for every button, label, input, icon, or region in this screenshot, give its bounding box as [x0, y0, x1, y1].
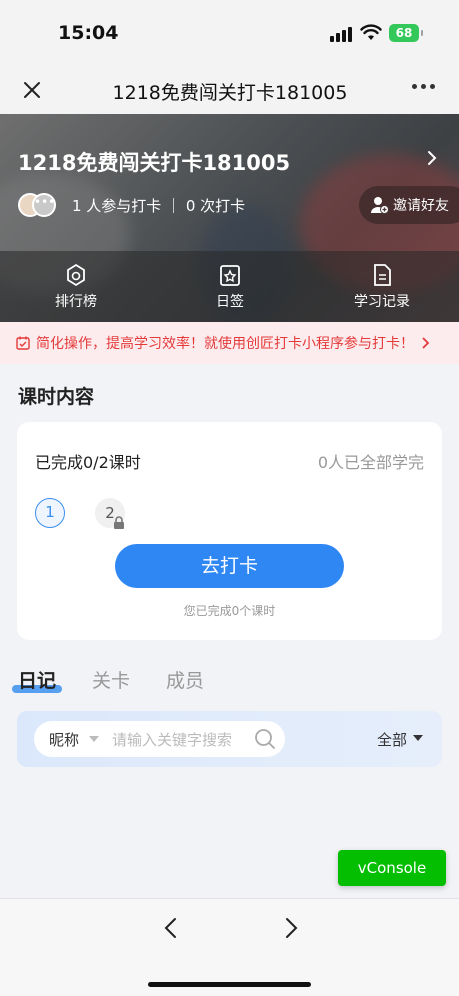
back-icon[interactable] — [162, 916, 180, 940]
navigation-bar: 1218免费闯关打卡181005 — [0, 66, 459, 114]
invite-label: 邀请好友 — [393, 198, 449, 214]
status-time: 15:04 — [58, 22, 119, 44]
forward-icon[interactable] — [282, 916, 300, 940]
search-box[interactable]: 昵称 请输入关键字搜索 — [34, 721, 285, 757]
checkin-stats: 1 人参与打卡 ｜ 0 次打卡 — [72, 197, 246, 215]
tab-levels[interactable]: 关卡 — [92, 666, 130, 693]
more-avatars-icon: ••• — [32, 193, 56, 217]
section-title: 课时内容 — [18, 386, 95, 408]
lock-icon — [114, 516, 124, 529]
search-input[interactable]: 请输入关键字搜索 — [112, 729, 232, 750]
wifi-icon — [360, 24, 382, 40]
notice-text: 简化操作，提高学习效率！就使用创匠打卡小程序参与打卡！ — [36, 336, 414, 352]
study-record-icon — [374, 264, 391, 286]
tab-diary[interactable]: 日记 — [18, 666, 56, 693]
dropdown-icon — [89, 736, 99, 742]
tab-members[interactable]: 成员 — [166, 666, 204, 693]
chevron-right-icon — [422, 337, 430, 349]
add-user-icon — [371, 197, 389, 214]
close-icon[interactable] — [20, 78, 44, 102]
invite-friends-button[interactable]: 邀请好友 — [359, 186, 459, 224]
completion-status: 已完成0/2课时 — [35, 453, 141, 472]
checkin-button[interactable]: 去打卡 — [115, 544, 344, 588]
battery-icon: 68 — [389, 24, 423, 42]
hero-title: 1218免费闯关打卡181005 — [18, 151, 291, 175]
page-title: 1218免费闯关打卡181005 — [112, 82, 348, 104]
status-bar: 15:04 68 — [0, 0, 459, 66]
lesson-card: 已完成0/2课时 0人已全部学完 1 2 去打卡 您已完成0个课时 — [17, 422, 442, 640]
all-finished-count: 0人已全部学完 — [317, 453, 424, 472]
search-panel: 昵称 请输入关键字搜索 全部 — [17, 711, 442, 767]
daily-sign-label: 日签 — [216, 294, 244, 310]
more-icon[interactable] — [412, 84, 435, 89]
completion-hint: 您已完成0个课时 — [183, 604, 276, 618]
dropdown-icon — [413, 735, 423, 741]
promo-notice[interactable]: 简化操作，提高学习效率！就使用创匠打卡小程序参与打卡！ — [0, 322, 459, 364]
calendar-icon — [16, 336, 30, 350]
daily-sign-icon — [220, 265, 240, 286]
study-record-label: 学习记录 — [354, 294, 410, 310]
signal-icon — [330, 27, 352, 42]
home-indicator — [148, 982, 311, 987]
search-icon[interactable] — [254, 728, 276, 750]
hero-banner: 1218免费闯关打卡181005 ••• 1 人参与打卡 ｜ 0 次打卡 邀请好… — [0, 114, 459, 322]
scope-filter[interactable]: 全部 — [377, 729, 407, 750]
nickname-filter[interactable]: 昵称 — [49, 729, 79, 750]
chevron-right-icon[interactable] — [424, 150, 440, 166]
ranking-icon — [67, 263, 85, 287]
lesson-item-1[interactable]: 1 — [35, 498, 65, 528]
tab-bar: 日记 关卡 成员 — [12, 666, 318, 696]
bottom-toolbar — [0, 898, 459, 996]
hero-action-bar: 排行榜 日签 学习记录 — [0, 251, 459, 322]
study-record-button[interactable]: 学习记录 — [322, 263, 442, 311]
ranking-button[interactable]: 排行榜 — [16, 263, 136, 311]
ranking-label: 排行榜 — [55, 294, 97, 310]
vconsole-button[interactable]: vConsole — [338, 850, 446, 886]
daily-sign-button[interactable]: 日签 — [170, 263, 290, 311]
participant-avatars[interactable]: ••• — [18, 193, 58, 217]
